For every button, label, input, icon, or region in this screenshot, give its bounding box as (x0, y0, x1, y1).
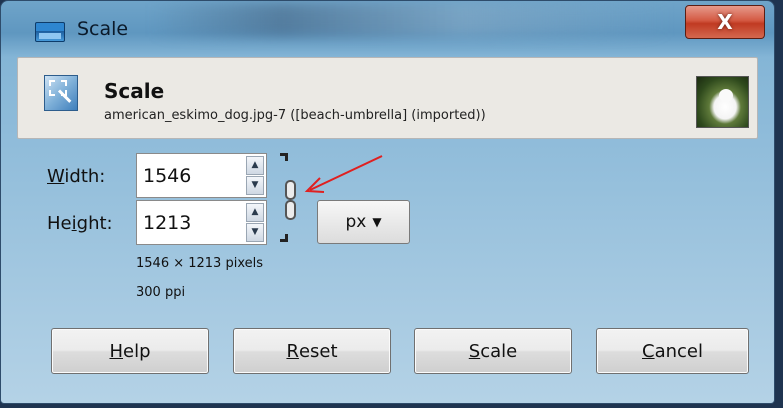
height-increment-button[interactable]: ▲ (246, 203, 264, 222)
cancel-button[interactable]: Cancel (596, 328, 749, 374)
height-decrement-button[interactable]: ▼ (246, 223, 264, 242)
close-icon: X (717, 10, 733, 34)
reset-button[interactable]: Reset (233, 328, 391, 374)
width-input[interactable] (137, 154, 242, 197)
unit-dropdown[interactable]: px ▼ (317, 200, 410, 244)
height-spinbutton[interactable]: ▲ ▼ (136, 200, 267, 245)
app-icon (35, 22, 65, 42)
height-input[interactable] (137, 201, 242, 244)
help-button[interactable]: Help (51, 328, 209, 374)
width-spinbutton[interactable]: ▲ ▼ (136, 153, 267, 198)
pixel-dimensions-label: 1546 × 1213 pixels (136, 256, 263, 271)
close-button[interactable]: X (685, 5, 765, 39)
scale-button[interactable]: Scale (414, 328, 572, 374)
width-decrement-button[interactable]: ▼ (246, 176, 264, 195)
width-label: Width: (47, 166, 106, 187)
height-label: Height: (47, 213, 113, 234)
chain-bracket-top (280, 153, 288, 161)
dialog-heading: Scale (104, 79, 165, 103)
unit-value: px (345, 212, 367, 232)
scale-tool-icon (44, 75, 78, 111)
resolution-label: 300 ppi (136, 285, 186, 300)
titlebar-blurred-background (151, 3, 671, 37)
image-name-label: american_eskimo_dog.jpg-7 ([beach-umbrel… (104, 108, 486, 123)
image-thumbnail (696, 76, 749, 128)
width-increment-button[interactable]: ▲ (246, 156, 264, 175)
window-title: Scale (77, 18, 129, 40)
annotation-arrow-icon (304, 155, 383, 193)
chevron-down-icon: ▼ (372, 215, 382, 229)
chain-bracket-bottom (280, 234, 288, 242)
chain-link-toggle-icon[interactable] (283, 180, 299, 222)
